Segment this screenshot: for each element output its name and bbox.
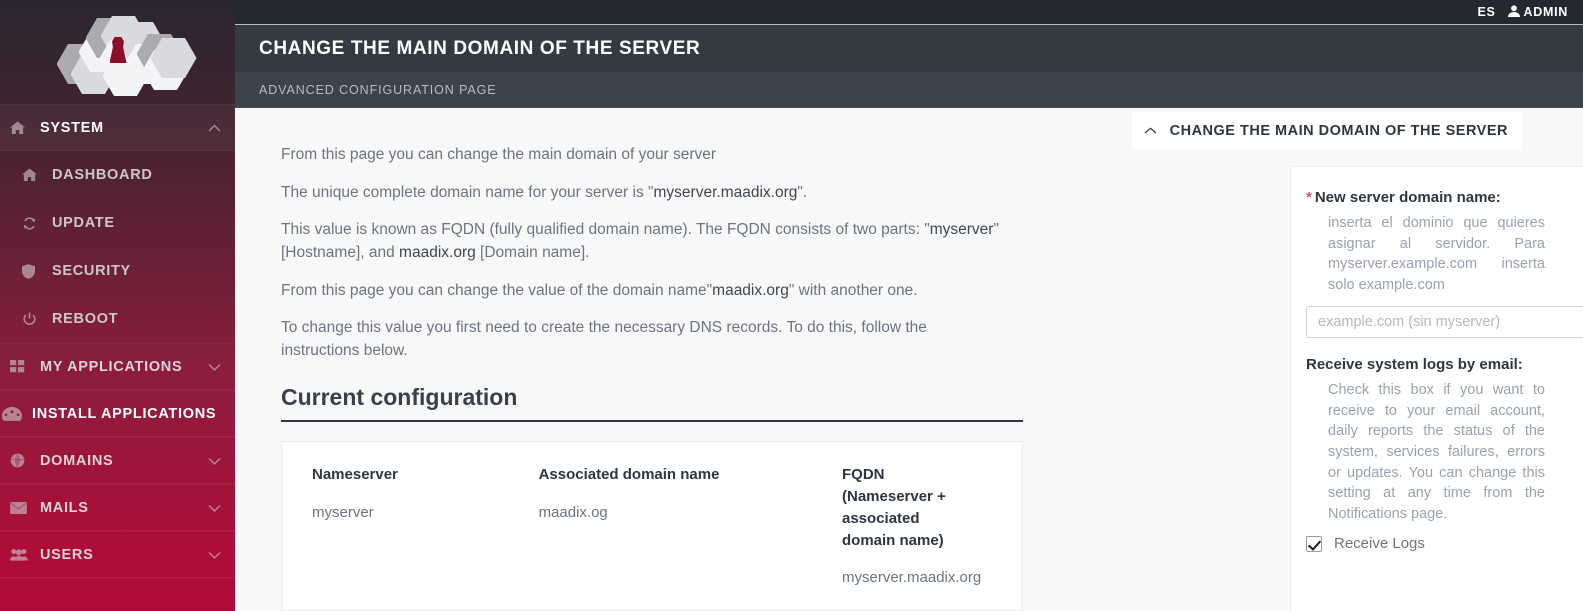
required-marker: *	[1306, 189, 1312, 206]
envelope-icon	[10, 501, 32, 514]
receive-logs-help-text: Check this box if you want to receive to…	[1328, 382, 1545, 522]
paragraph-1: From this page you can change the main d…	[281, 146, 717, 163]
panel-tab-row: CHANGE THE MAIN DOMAIN OF THE SERVER	[1055, 108, 1583, 156]
form-column: CHANGE THE MAIN DOMAIN OF THE SERVER * Ne…	[1055, 108, 1583, 611]
sidebar-group-label: MAILS	[40, 499, 89, 516]
sidebar-group-next[interactable]	[0, 578, 235, 611]
chevron-down-icon[interactable]	[208, 549, 221, 561]
receive-logs-checkbox-label: Receive Logs	[1334, 535, 1425, 553]
table-column-associated-domain: Associated domain name maadix.og	[539, 464, 842, 590]
domain-form-panel: * New server domain name: inserta el domi…	[1290, 166, 1583, 611]
paragraph-2-post: ".	[797, 183, 808, 201]
sidebar-group-label: USERS	[40, 546, 94, 563]
paragraph-3-pre: This value is known as FQDN (fully quali…	[281, 221, 930, 239]
home-icon	[10, 120, 32, 135]
domain-emphasis: maadix.org	[399, 243, 476, 261]
user-menu[interactable]: ADMIN	[1507, 4, 1568, 20]
column-value: myserver	[312, 504, 374, 522]
sidebar-item-dashboard[interactable]: DASHBOARD	[0, 151, 235, 199]
sidebar-item-label: DASHBOARD	[52, 167, 153, 183]
collapse-panel-toggle[interactable]: CHANGE THE MAIN DOMAIN OF THE SERVER	[1131, 112, 1522, 150]
paragraph-3-post: [Domain name].	[475, 243, 590, 261]
sidebar-group-label: MY APPLICATIONS	[40, 358, 183, 375]
info-column: From this page you can change the main d…	[235, 108, 1045, 611]
receive-logs-checkbox-row[interactable]: Receive Logs	[1306, 535, 1545, 552]
table-column-nameserver: Nameserver myserver	[312, 464, 539, 590]
domain-emphasis-2: maadix.org	[712, 281, 789, 299]
column-value: myserver.maadix.org	[842, 569, 982, 587]
page-subtitle: ADVANCED CONFIGURATION PAGE	[259, 82, 497, 97]
user-icon	[1507, 4, 1520, 20]
sidebar-group-label: DOMAINS	[40, 452, 114, 469]
paragraph-5: To change this value you first need to c…	[281, 319, 927, 359]
chevron-down-icon[interactable]	[208, 502, 221, 514]
paragraph-2-pre: The unique complete domain name for your…	[281, 183, 654, 201]
chevron-up-icon	[1144, 126, 1157, 137]
globe-icon	[10, 453, 32, 468]
body-area: From this page you can change the main d…	[235, 108, 1583, 611]
column-header: FQDN (Nameserver + associated domain nam…	[842, 466, 946, 549]
chevron-down-icon[interactable]	[208, 455, 221, 467]
shield-icon	[22, 263, 44, 279]
sidebar: SYSTEM DASHBOARD UPDATE SECURITY REBOOT …	[0, 0, 235, 611]
new-domain-label: * New server domain name:	[1306, 189, 1545, 206]
chevron-up-icon[interactable]	[208, 122, 221, 134]
collapse-panel-label: CHANGE THE MAIN DOMAIN OF THE SERVER	[1169, 123, 1508, 139]
new-domain-input[interactable]	[1306, 306, 1583, 339]
sidebar-group-users[interactable]: USERS	[0, 531, 235, 578]
sidebar-group-label: INSTALL APPLICATIONS	[32, 405, 217, 422]
sidebar-item-label: SECURITY	[52, 263, 131, 279]
paragraph-2: The unique complete domain name for your…	[281, 182, 1023, 205]
sidebar-group-mails[interactable]: MAILS	[0, 484, 235, 531]
main-area: ES ADMIN CHANGE THE MAIN DOMAIN OF THE S…	[235, 0, 1583, 611]
fqdn-emphasis: myserver.maadix.org	[653, 183, 798, 201]
sidebar-group-domains[interactable]: DOMAINS	[0, 437, 235, 484]
paragraph-3: This value is known as FQDN (fully quali…	[281, 219, 1023, 264]
home-icon	[22, 168, 44, 182]
sidebar-group-install-applications[interactable]: INSTALL APPLICATIONS	[0, 390, 235, 437]
sidebar-logo[interactable]	[0, 0, 235, 104]
dashboard-gauge-icon	[2, 406, 24, 421]
sidebar-group-label: SYSTEM	[40, 119, 104, 136]
users-icon	[10, 548, 32, 561]
column-header: Nameserver	[312, 466, 398, 484]
sidebar-item-label: UPDATE	[52, 215, 115, 231]
current-configuration-table: Nameserver myserver Associated domain na…	[281, 441, 1023, 611]
paragraph-4-post: " with another one.	[788, 281, 918, 299]
language-selector[interactable]: ES	[1477, 5, 1495, 19]
sidebar-item-update[interactable]: UPDATE	[0, 199, 235, 247]
language-label: ES	[1477, 5, 1496, 19]
new-domain-label-text: New server domain name:	[1314, 189, 1501, 206]
sidebar-group-system[interactable]: SYSTEM	[0, 104, 235, 151]
power-icon	[22, 312, 44, 327]
top-bar: ES ADMIN	[235, 0, 1583, 25]
column-header: Associated domain name	[538, 466, 720, 484]
table-column-fqdn: FQDN (Nameserver + associated domain nam…	[842, 464, 992, 590]
sidebar-item-label: REBOOT	[52, 311, 119, 327]
sidebar-item-reboot[interactable]: REBOOT	[0, 295, 235, 343]
page-subheader: ADVANCED CONFIGURATION PAGE	[235, 72, 1583, 108]
new-domain-help-text: inserta el dominio que quieres asignar a…	[1328, 215, 1545, 293]
receive-logs-checkbox[interactable]	[1306, 535, 1322, 552]
paragraph-4-pre: From this page you can change the value …	[281, 281, 713, 299]
hostname-emphasis: myserver	[929, 221, 994, 239]
section-title-current-configuration: Current configuration	[281, 384, 1023, 423]
chevron-down-icon[interactable]	[208, 361, 221, 373]
page-header: CHANGE THE MAIN DOMAIN OF THE SERVER	[235, 25, 1583, 72]
page-title: CHANGE THE MAIN DOMAIN OF THE SERVER	[259, 37, 701, 59]
new-domain-field-block: * New server domain name: inserta el domi…	[1306, 189, 1583, 339]
sidebar-group-my-applications[interactable]: MY APPLICATIONS	[0, 343, 235, 390]
refresh-icon	[22, 216, 44, 231]
receive-logs-label: Receive system logs by email:	[1306, 356, 1523, 374]
user-label: ADMIN	[1523, 5, 1568, 19]
grid-icon	[10, 360, 32, 373]
app-root: SYSTEM DASHBOARD UPDATE SECURITY REBOOT …	[0, 0, 1583, 611]
maadix-cloud-logo	[53, 14, 197, 96]
receive-logs-field-block: Receive system logs by email: Check this…	[1306, 356, 1545, 552]
sidebar-item-security[interactable]: SECURITY	[0, 247, 235, 295]
column-value: maadix.og	[538, 504, 608, 522]
paragraph-4: From this page you can change the value …	[281, 280, 1023, 303]
